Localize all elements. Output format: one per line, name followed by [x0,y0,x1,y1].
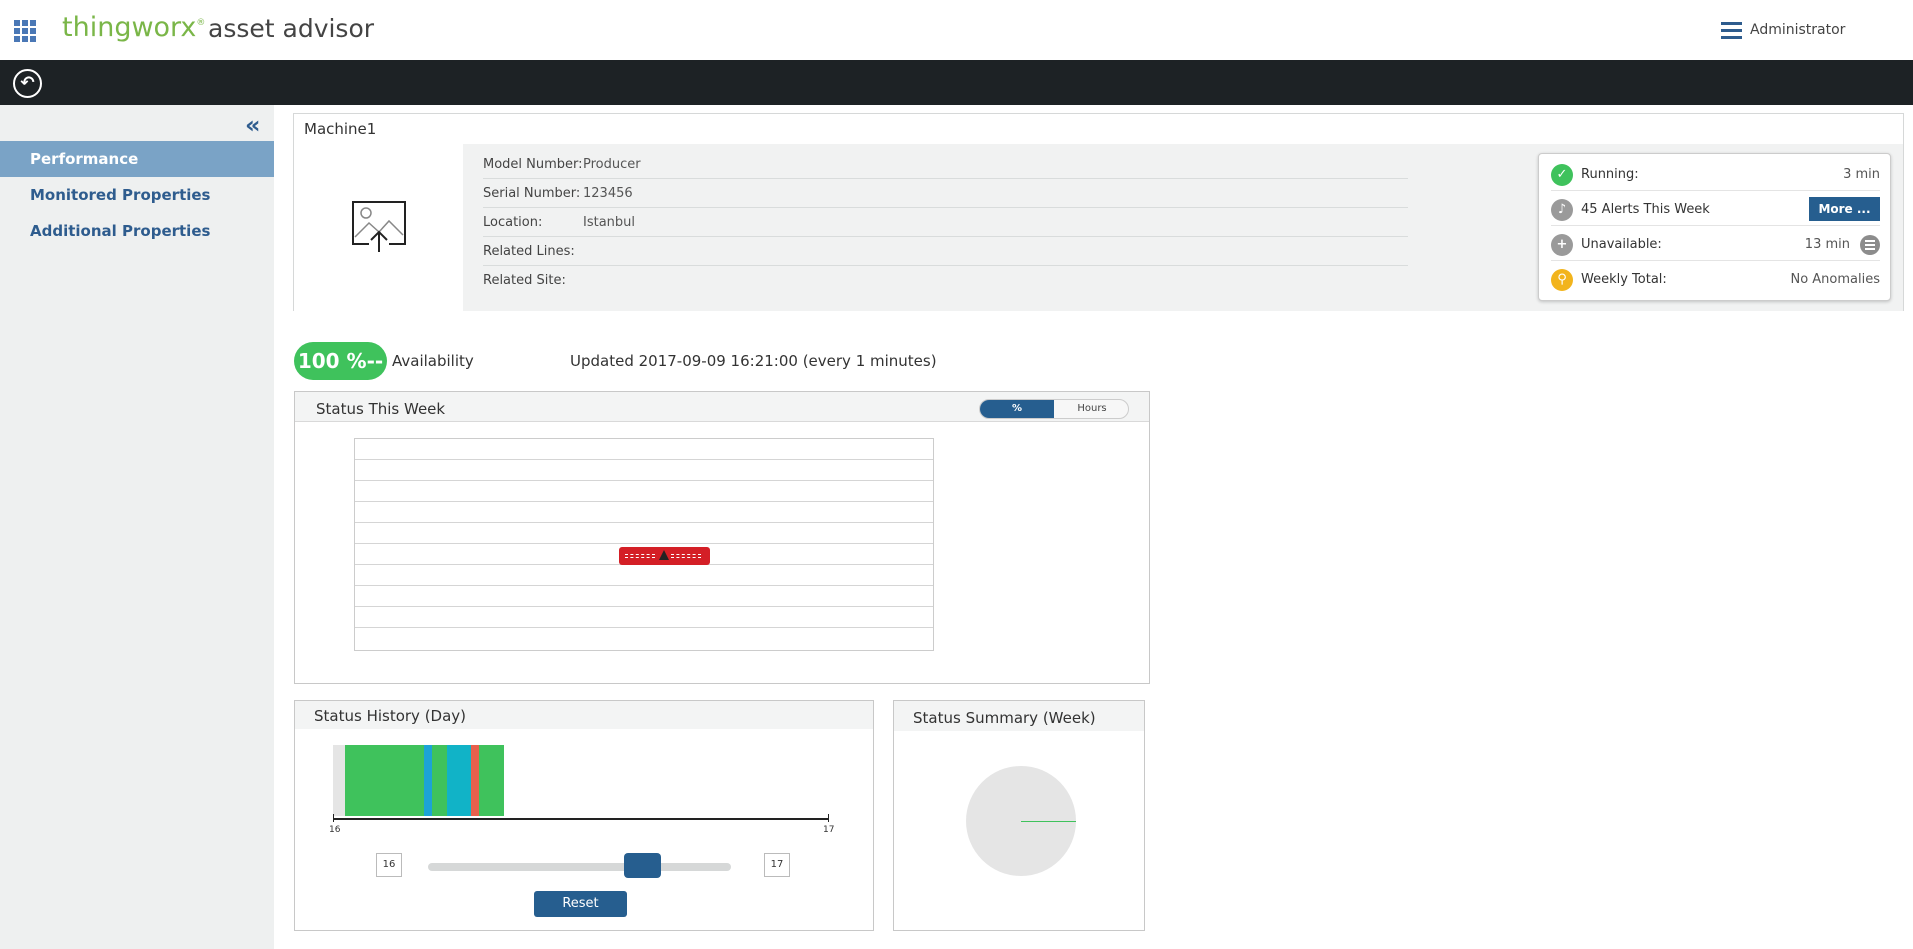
sidebar-item-additional-properties[interactable]: Additional Properties [0,213,274,249]
property-row: Serial Number: 123456 [483,179,1408,208]
panel-title: Status This Week [316,400,446,418]
weekly-value: No Anomalies [1790,272,1880,287]
weekly-row: ⚲ Weekly Total: No Anomalies [1551,261,1880,296]
availability-label: Availability [392,352,474,370]
toolbar: ↶ [0,60,1913,105]
axis-label-end: 17 [823,825,835,835]
running-value: 3 min [1843,167,1880,182]
panel-title: Status Summary (Week) [913,709,1096,727]
unavailable-row: + Unavailable: 13 min [1551,226,1880,261]
panel-header: Status Summary (Week) [894,701,1144,731]
app-header: thingworx® asset advisor Administrator [0,0,1913,60]
updated-timestamp: Updated 2017-09-09 16:21:00 (every 1 min… [570,352,937,370]
warning-icon [659,550,669,560]
status-segment [447,745,471,816]
property-value: Istanbul [583,215,636,230]
alerts-label: 45 Alerts This Week [1581,202,1710,217]
panel-header: Status History (Day) [295,701,873,729]
property-row: Model Number: Producer [483,150,1408,179]
check-icon: ✓ [1551,164,1573,186]
image-upload-icon [352,201,406,252]
property-label: Related Site: [483,273,566,288]
pie-slice-running [1021,821,1076,822]
property-label: Location: [483,215,543,230]
user-name[interactable]: Administrator [1750,22,1845,38]
property-label: Model Number: [483,157,583,172]
availability-badge: 100 %-- [294,342,387,380]
property-label: Serial Number: [483,186,581,201]
status-card: ✓ Running: 3 min ♪ 45 Alerts This Week M… [1538,153,1891,301]
status-this-week-panel: Status This Week % Hours [294,391,1150,684]
range-end-box[interactable]: 17 [764,853,790,877]
toggle-hours[interactable]: Hours [1054,400,1128,418]
property-row: Related Lines: [483,237,1408,266]
loading-indicator [619,547,710,565]
alerts-row: ♪ 45 Alerts This Week More ... [1551,191,1880,226]
running-row: ✓ Running: 3 min [1551,156,1880,191]
axis-label-start: 16 [329,825,341,835]
time-axis [333,818,829,820]
status-segment [471,745,479,816]
search-icon: ⚲ [1551,269,1573,291]
more-button[interactable]: More ... [1809,197,1880,221]
property-value: 123456 [583,186,633,201]
menu-list-icon[interactable] [1860,235,1880,255]
status-history-panel: Status History (Day) 16 17 16 17 Reset [294,700,874,931]
sidebar-item-performance[interactable]: Performance [0,141,274,177]
back-arrow-icon[interactable]: ↶ [13,69,42,98]
machine-title: Machine1 [304,120,377,138]
panel-header: Status This Week % Hours [295,392,1149,422]
property-row: Related Site: [483,266,1408,295]
unit-toggle: % Hours [979,399,1129,419]
status-segment [432,745,447,816]
sidebar-item-monitored-properties[interactable]: Monitored Properties [0,177,274,213]
product-name: asset advisor [208,14,375,43]
machine-image[interactable] [294,144,463,311]
property-row: Location: Istanbul [483,208,1408,237]
toggle-percent[interactable]: % [980,400,1054,418]
property-value: Producer [583,157,641,172]
status-segment [424,745,432,816]
unavailable-label: Unavailable: [1581,237,1662,252]
status-summary-panel: Status Summary (Week) [893,700,1145,931]
status-segment [479,745,504,816]
hamburger-menu-icon[interactable] [1721,22,1742,39]
panel-title: Status History (Day) [314,707,467,725]
crosshair-icon: + [1551,234,1573,256]
collapse-sidebar-icon[interactable]: « [245,111,261,139]
brand-logo: thingworx® [62,12,206,43]
reset-button[interactable]: Reset [534,891,627,917]
bell-icon: ♪ [1551,199,1573,221]
range-slider-track[interactable] [428,863,731,871]
range-start-box[interactable]: 16 [376,853,402,877]
week-chart-grid [354,438,934,651]
app-launcher-icon[interactable] [14,20,36,42]
range-slider-handle[interactable] [624,853,661,878]
sidebar: « Performance Monitored Properties Addit… [0,105,274,949]
weekly-label: Weekly Total: [1581,272,1667,287]
status-segment [345,745,424,816]
running-label: Running: [1581,167,1639,182]
unavailable-value: 13 min [1804,237,1850,252]
property-label: Related Lines: [483,244,575,259]
